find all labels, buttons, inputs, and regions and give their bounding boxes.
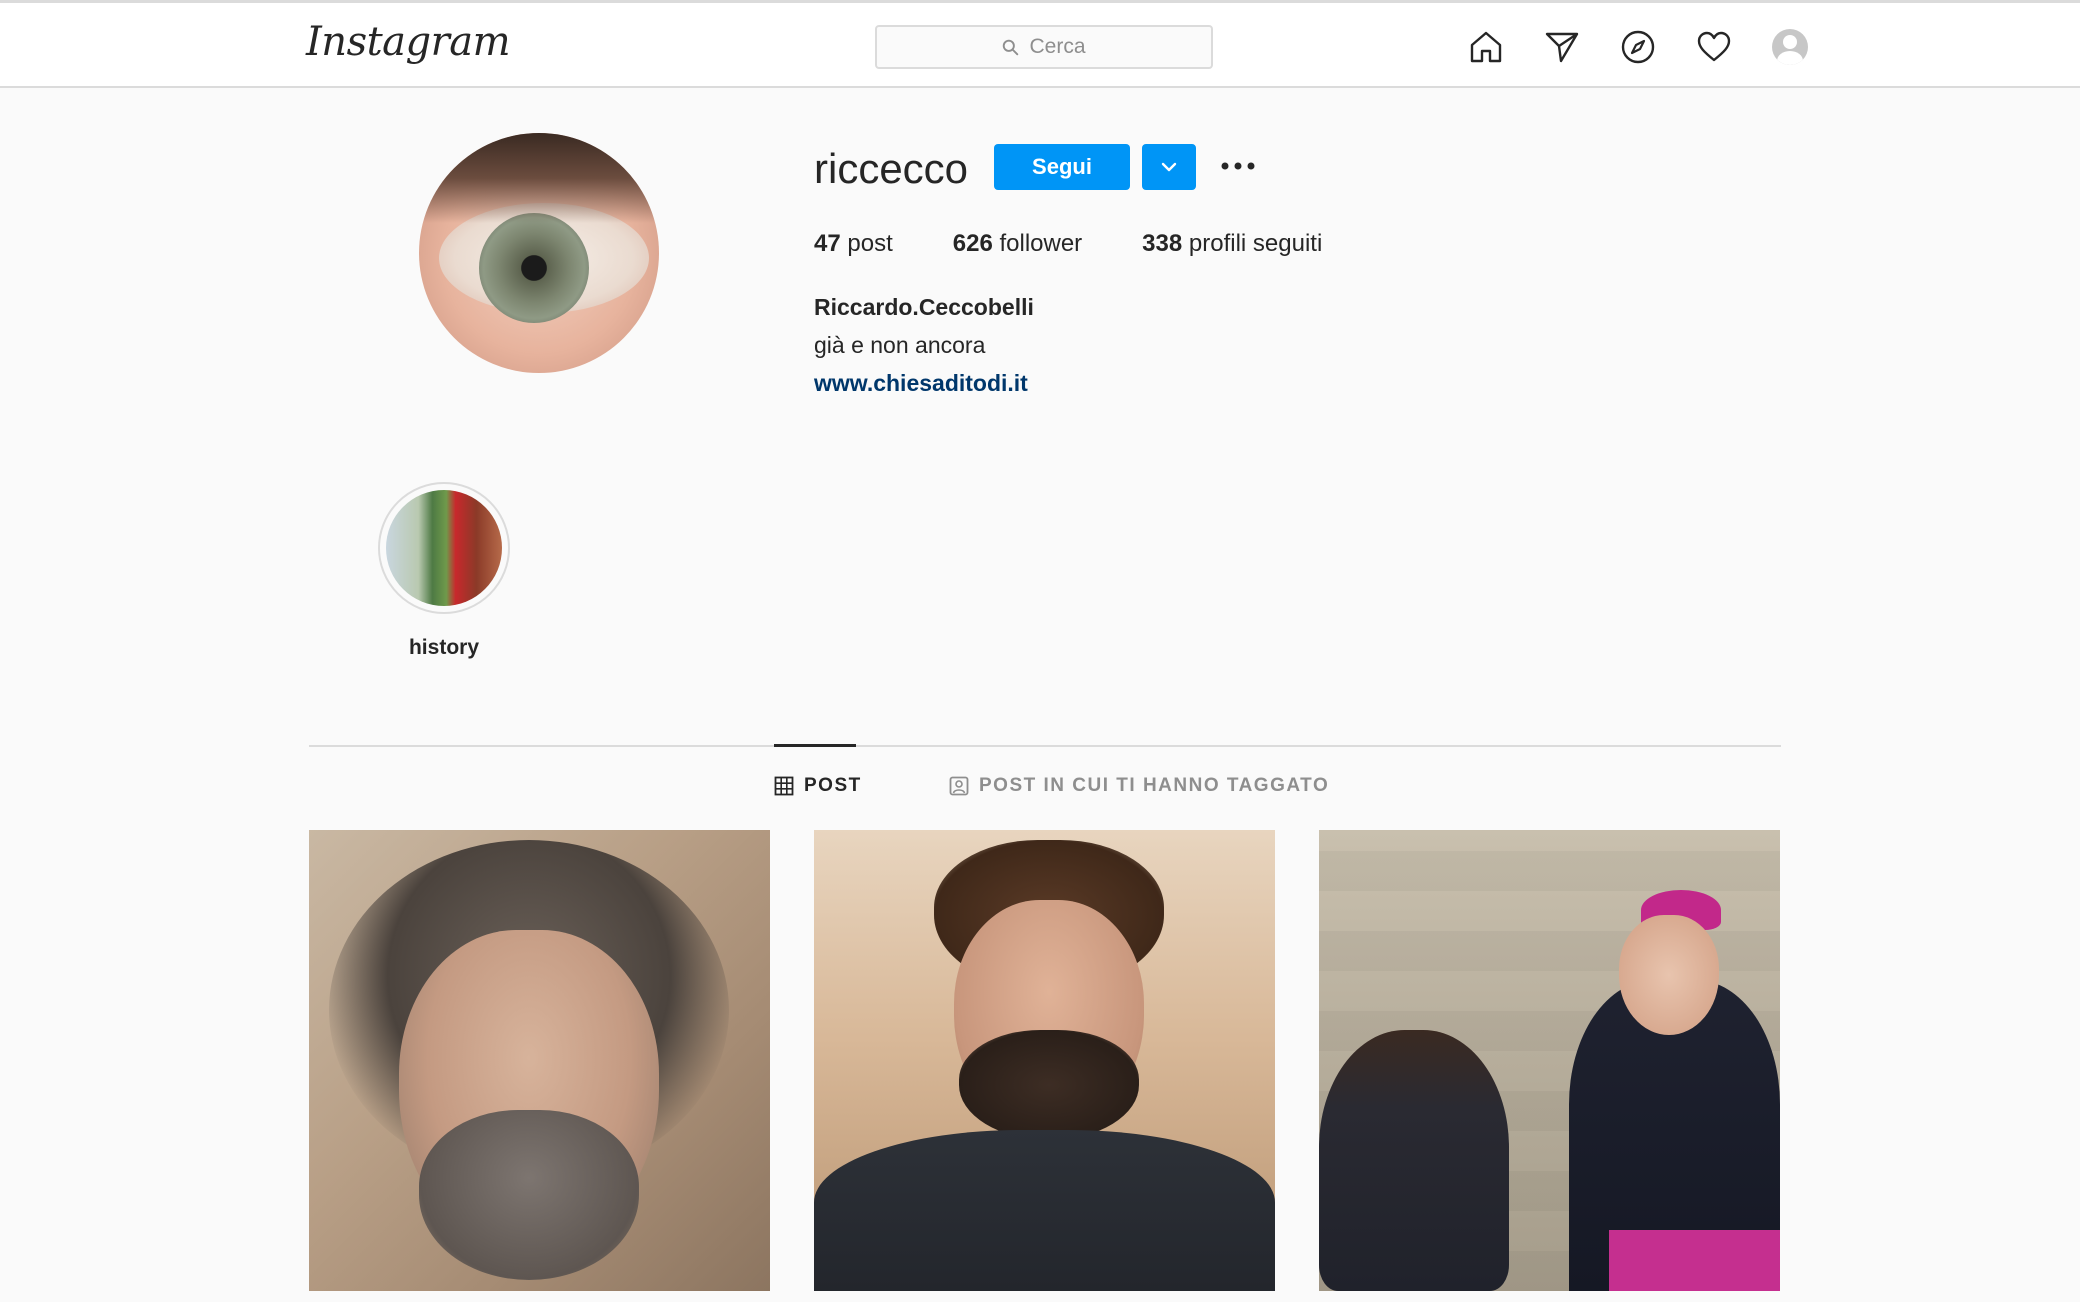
ellipsis-icon	[1221, 162, 1255, 170]
post-image-beard	[959, 1030, 1139, 1140]
profile-username: riccecco	[814, 145, 969, 192]
post-image-kneeling-man	[1319, 1030, 1509, 1291]
paper-plane-icon	[1545, 32, 1579, 63]
story-highlight-label: history	[408, 636, 479, 659]
profile-picture-lash	[419, 133, 659, 223]
tagged-user-icon	[949, 776, 969, 796]
top-nav-bar: Instagram Cerca	[0, 0, 2080, 88]
search-icon	[1003, 39, 1019, 55]
post-thumbnail[interactable]	[814, 830, 1275, 1291]
profile-full-name: Riccardo.Ceccobelli	[814, 294, 1034, 320]
tab-posts-label: POST	[804, 775, 862, 796]
home-icon	[1470, 31, 1502, 63]
home-button[interactable]	[1466, 27, 1506, 67]
tab-tagged[interactable]: POST IN CUI TI HANNO TAGGATO	[949, 775, 1329, 797]
compass-icon	[1621, 30, 1655, 64]
post-thumbnail[interactable]	[1319, 830, 1780, 1291]
direct-button[interactable]	[1542, 27, 1582, 67]
grid-icon	[774, 776, 794, 796]
profile-stats: 47 post 626 follower 338 profili seguiti	[814, 230, 1322, 258]
post-image-bishop-face	[1619, 915, 1719, 1035]
followers-link[interactable]: 626 follower	[953, 230, 1082, 258]
active-tab-indicator	[774, 744, 856, 747]
post-image-beard	[419, 1110, 639, 1280]
follow-button[interactable]: Segui	[994, 144, 1130, 190]
nav-icons	[1466, 27, 1810, 67]
profile-picture[interactable]	[419, 133, 659, 373]
posts-count: 47 post	[814, 230, 893, 257]
chevron-down-icon	[1161, 162, 1177, 172]
post-thumbnail[interactable]	[309, 830, 770, 1291]
suggested-accounts-button[interactable]	[1142, 144, 1196, 190]
search-input[interactable]: Cerca	[875, 25, 1213, 69]
story-highlight-cover	[386, 490, 502, 606]
profile-menu-button[interactable]	[1770, 27, 1810, 67]
tab-tagged-label: POST IN CUI TI HANNO TAGGATO	[979, 775, 1330, 796]
following-link[interactable]: 338 profili seguiti	[1142, 230, 1322, 258]
profile-website-link[interactable]: www.chiesaditodi.it	[814, 370, 1028, 397]
profile-picture-iris	[479, 213, 589, 323]
activity-button[interactable]	[1694, 27, 1734, 67]
instagram-logo[interactable]: Instagram	[306, 19, 511, 65]
explore-button[interactable]	[1618, 27, 1658, 67]
tabs-divider	[309, 745, 1781, 747]
post-image-shirt	[814, 1130, 1275, 1291]
more-options-button[interactable]	[1216, 146, 1260, 186]
heart-icon	[1697, 31, 1731, 62]
search-placeholder: Cerca	[1029, 35, 1086, 58]
user-avatar-icon	[1772, 29, 1808, 65]
story-highlight[interactable]	[378, 482, 510, 614]
tab-posts[interactable]: POST	[774, 775, 862, 797]
profile-bio: già e non ancora	[814, 332, 986, 358]
post-image-cassock	[1609, 1230, 1780, 1291]
